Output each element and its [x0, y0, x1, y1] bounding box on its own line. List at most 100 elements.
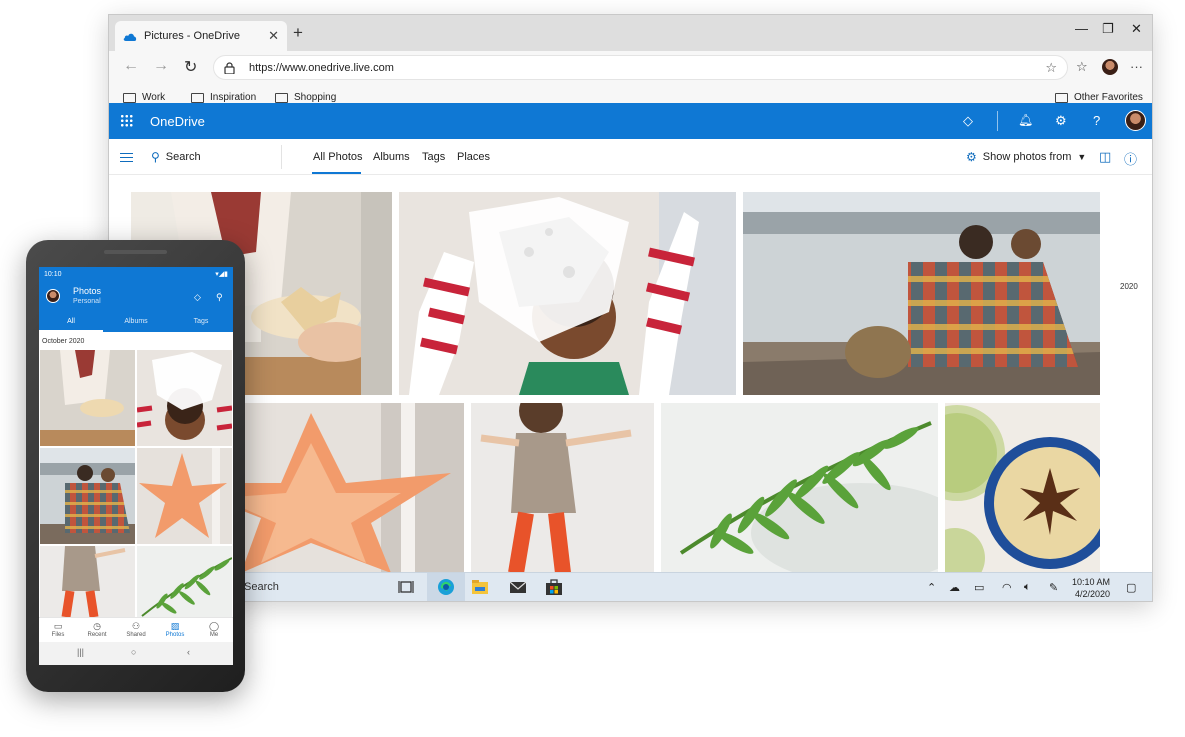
address-bar[interactable]: https://www.onedrive.live.com ☆	[213, 55, 1068, 80]
phone-date-header: October 2020	[42, 338, 85, 345]
folder-icon	[123, 92, 136, 103]
windows-taskbar: Search ⌃ ☁ ▭ ◠ 🔈︎ ✎ 10:10 AM 4/2/2020 ▢	[109, 572, 1152, 601]
phone-photo-cookies[interactable]	[40, 350, 135, 446]
taskbar-search-text[interactable]: Search	[244, 581, 279, 593]
header-divider	[997, 111, 998, 131]
photo-fern[interactable]	[661, 403, 938, 573]
store-icon[interactable]	[545, 578, 563, 596]
tab-tags[interactable]: Tags	[422, 151, 445, 163]
photo-couple-lake[interactable]	[743, 192, 1100, 395]
nav-label: Me	[209, 632, 219, 638]
phone-tab-albums[interactable]: Albums	[104, 318, 168, 325]
recents-button[interactable]: |||	[77, 647, 84, 657]
task-view-icon[interactable]	[397, 578, 415, 596]
photo-couple-lake-image	[743, 192, 1100, 395]
me-person-icon: ◯	[208, 621, 220, 631]
tab-places[interactable]: Places	[457, 151, 490, 163]
user-avatar[interactable]	[1125, 110, 1146, 131]
phone-photo-fern[interactable]	[137, 546, 232, 617]
phone-photo-snowflake[interactable]	[137, 350, 232, 446]
favorite-shopping[interactable]: Shopping	[275, 92, 336, 103]
photo-dancing-girl[interactable]	[471, 403, 654, 573]
notifications-bell-icon[interactable]: 🔔︎	[1018, 113, 1033, 127]
favorite-label: Inspiration	[210, 92, 257, 103]
photo-fern-image	[661, 403, 938, 573]
favorite-star-icon[interactable]: ☆	[1045, 60, 1057, 76]
folder-icon	[1055, 92, 1068, 103]
phone-nav-recent[interactable]: ◷ Recent	[78, 621, 116, 638]
phone-photo-couple[interactable]	[40, 448, 135, 544]
files-icon: ▭	[53, 621, 63, 631]
forward-button[interactable]: →	[153, 57, 169, 75]
other-favorites-label: Other Favorites	[1074, 92, 1143, 103]
more-options-icon[interactable]: ···	[1130, 59, 1143, 74]
back-nav-button[interactable]: ‹	[187, 647, 190, 657]
favorite-label: Work	[142, 92, 166, 103]
profile-avatar[interactable]	[1102, 59, 1118, 75]
photo-chai-drink[interactable]	[945, 403, 1100, 573]
onedrive-cloud-icon	[123, 33, 137, 41]
file-explorer-icon[interactable]	[471, 578, 489, 596]
phone-speaker	[104, 250, 167, 254]
restore-button[interactable]: ❐	[1102, 21, 1114, 37]
shared-people-icon: ⚇	[131, 621, 141, 631]
browser-tab[interactable]: Pictures - OneDrive ✕	[115, 21, 287, 51]
info-icon[interactable]: ⓘ	[1124, 149, 1137, 168]
phone-tab-all[interactable]: All	[39, 318, 103, 325]
mail-icon[interactable]	[509, 578, 527, 596]
close-tab-icon[interactable]: ✕	[268, 28, 279, 44]
tray-onedrive-icon[interactable]: ☁	[949, 581, 960, 594]
tray-chevron-up-icon[interactable]: ⌃	[927, 581, 936, 594]
phone-tab-tags[interactable]: Tags	[169, 318, 233, 325]
tray-wifi-icon[interactable]: ◠	[1002, 581, 1012, 594]
photo-snowflake-girl[interactable]	[399, 192, 736, 395]
browser-window: Pictures - OneDrive ✕ + — ❐ ✕ ← → ↻ http…	[108, 14, 1153, 602]
close-window-button[interactable]: ✕	[1131, 21, 1142, 37]
phone-nav-shared[interactable]: ⚇ Shared	[117, 621, 155, 638]
folder-icon	[191, 92, 204, 103]
phone-nav-files[interactable]: ▭ Files	[39, 621, 77, 638]
layout-icon[interactable]: ◫	[1099, 149, 1111, 165]
home-button[interactable]: ○	[131, 647, 136, 657]
phone-avatar[interactable]	[46, 289, 60, 303]
notification-center-icon[interactable]: ▢	[1126, 581, 1136, 594]
refresh-button[interactable]: ↻	[184, 57, 197, 77]
tab-all-photos[interactable]: All Photos	[313, 151, 363, 163]
search-box[interactable]: ⚲ Search	[151, 150, 201, 164]
photo-snowflake-girl-image	[399, 192, 736, 395]
back-button[interactable]: ←	[123, 57, 139, 75]
new-tab-button[interactable]: +	[293, 23, 303, 43]
show-photos-from-dropdown[interactable]: ⚙ Show photos from ▼	[966, 150, 1086, 164]
phone-photo-girl-image	[40, 546, 135, 617]
edge-browser-icon[interactable]	[437, 578, 455, 596]
phone-premium-icon[interactable]: ◇	[194, 292, 201, 303]
hamburger-menu-icon[interactable]	[120, 153, 133, 162]
tray-battery-icon[interactable]: ▭	[974, 581, 984, 594]
tray-volume-icon[interactable]: 🔈︎	[1024, 581, 1031, 594]
settings-gear-icon[interactable]: ⚙	[1055, 113, 1067, 129]
nav-label: Files	[51, 632, 65, 638]
minimize-button[interactable]: —	[1075, 21, 1088, 36]
url-text: https://www.onedrive.live.com	[249, 61, 394, 74]
favorite-work[interactable]: Work	[123, 92, 165, 103]
phone-signal-icon: ▾◢▮	[215, 271, 228, 278]
tray-pen-icon[interactable]: ✎	[1049, 581, 1058, 594]
collections-icon[interactable]: ☆	[1076, 59, 1088, 75]
favorite-inspiration[interactable]: Inspiration	[191, 92, 256, 103]
premium-diamond-icon[interactable]: ◇	[963, 113, 973, 129]
phone-nav-me[interactable]: ◯ Me	[195, 621, 233, 638]
tab-albums[interactable]: Albums	[373, 151, 410, 163]
phone-photo-star[interactable]	[137, 448, 232, 544]
other-favorites[interactable]: Other Favorites	[1055, 92, 1143, 103]
phone-photo-girl[interactable]	[40, 546, 135, 617]
nav-label: Recent	[87, 632, 107, 638]
phone-nav-photos[interactable]: ▨ Photos	[156, 621, 194, 638]
taskbar-clock[interactable]: 10:10 AM 4/2/2020	[1072, 576, 1110, 600]
help-icon[interactable]: ?	[1093, 113, 1100, 128]
app-title[interactable]: OneDrive	[150, 114, 205, 129]
app-launcher-icon[interactable]	[120, 114, 133, 127]
phone-search-icon[interactable]: ⚲	[216, 292, 223, 303]
timeline-year-label[interactable]: 2020	[1120, 282, 1138, 291]
photo-dancing-girl-image	[471, 403, 654, 573]
phone-app-header: Photos Personal ◇ ⚲	[39, 282, 233, 315]
